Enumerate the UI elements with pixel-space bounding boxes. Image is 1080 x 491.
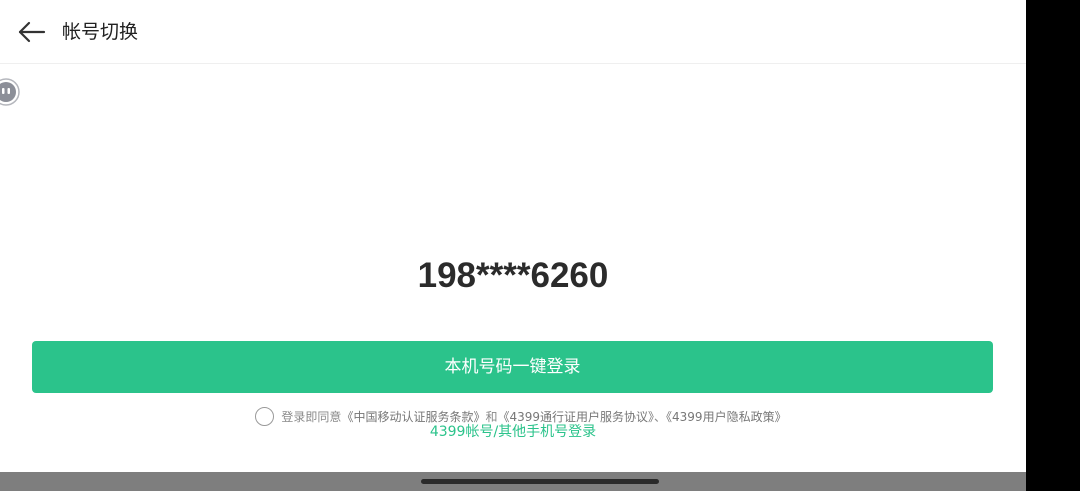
home-indicator[interactable]: [421, 479, 659, 484]
back-button[interactable]: [14, 16, 50, 48]
system-navigation-bar: [0, 472, 1026, 491]
arrow-left-icon: [18, 21, 46, 43]
other-login-link[interactable]: 4399帐号/其他手机号登录: [0, 422, 1026, 442]
top-bar: 帐号切换: [0, 0, 1026, 64]
one-click-login-button[interactable]: 本机号码一键登录: [32, 341, 993, 393]
chat-bubble-icon: [0, 78, 20, 106]
floating-ball[interactable]: [0, 73, 20, 111]
page-title: 帐号切换: [62, 21, 139, 43]
app-screen: 帐号切换 198****6260 本机号码一键登录 登录即同意《中国移动认证服务…: [0, 0, 1026, 472]
masked-phone-number: 198****6260: [417, 256, 609, 295]
